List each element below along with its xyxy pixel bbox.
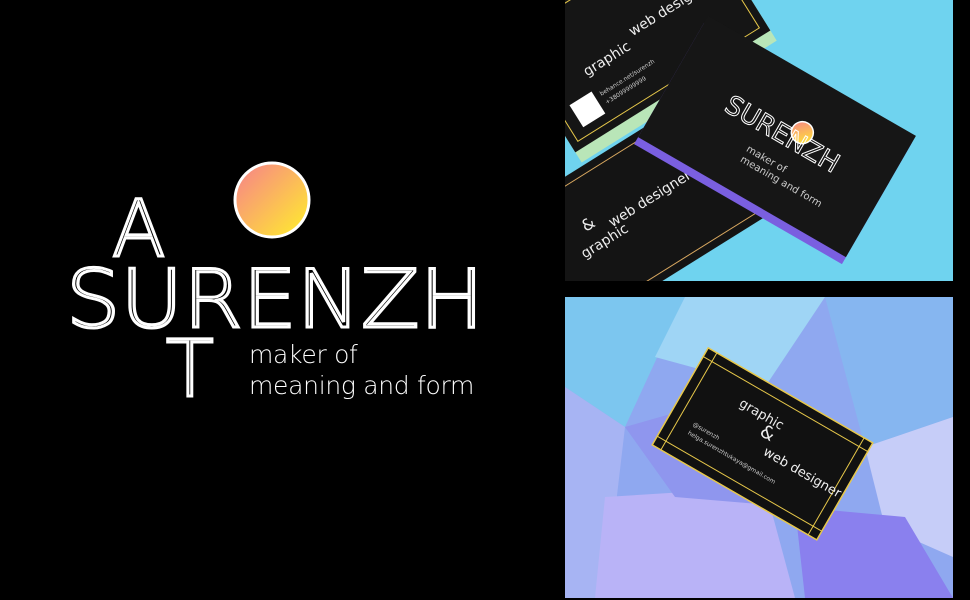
tagline-line1: maker of [249,340,358,369]
logo-letter-t: T [166,325,214,415]
logo-wordmark: SURENZH [66,253,484,346]
logo-panel: A SURENZH T maker of meaning and form [0,0,560,600]
sun-circle-icon [233,161,311,239]
tagline-line2: meaning and form [249,371,475,400]
business-card-photo-bottom: graphic & web designer @surenzh helga.su… [565,297,953,598]
business-cards-photo-top: graphic web designer behance.net/surenzh… [565,0,953,281]
logo-mark: A SURENZH T [65,161,486,417]
